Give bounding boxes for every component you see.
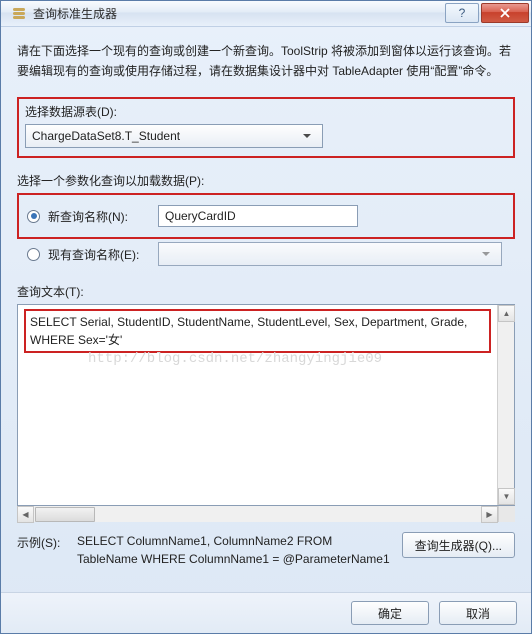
- scroll-right-icon[interactable]: ▶: [481, 506, 498, 523]
- example-label: 示例(S):: [17, 532, 67, 551]
- example-row: 示例(S): SELECT ColumnName1, ColumnName2 F…: [17, 532, 515, 568]
- ok-button[interactable]: 确定: [351, 601, 429, 625]
- chevron-down-icon: [298, 134, 316, 139]
- window-title: 查询标准生成器: [33, 5, 443, 22]
- new-query-name-value: QueryCardID: [165, 209, 236, 223]
- chevron-down-icon: [477, 252, 495, 257]
- data-source-section: 选择数据源表(D): ChargeDataSet8.T_Student: [17, 97, 515, 158]
- query-builder-label: 查询生成器(Q)...: [415, 537, 502, 554]
- query-text-label: 查询文本(T):: [17, 283, 515, 300]
- help-icon: ?: [459, 6, 466, 20]
- new-query-label: 新查询名称(N):: [48, 208, 158, 225]
- data-source-dropdown[interactable]: ChargeDataSet8.T_Student: [25, 124, 323, 148]
- existing-query-row: 现有查询名称(E):: [17, 239, 515, 269]
- scroll-track-v[interactable]: [498, 322, 514, 488]
- horizontal-scrollbar[interactable]: ◀ ▶: [17, 505, 515, 522]
- data-source-value: ChargeDataSet8.T_Student: [32, 129, 298, 143]
- param-section: 选择一个参数化查询以加载数据(P): 新查询名称(N): QueryCardID…: [17, 172, 515, 269]
- query-builder-button-wrap: 查询生成器(Q)...: [402, 532, 515, 558]
- data-source-label: 选择数据源表(D):: [25, 103, 507, 120]
- dialog-footer: 确定 取消: [1, 592, 531, 633]
- example-text: SELECT ColumnName1, ColumnName2 FROM Tab…: [77, 532, 392, 568]
- query-builder-button[interactable]: 查询生成器(Q)...: [402, 532, 515, 558]
- dialog-content: 请在下面选择一个现有的查询或创建一个新查询。ToolStrip 将被添加到窗体以…: [1, 27, 531, 593]
- scroll-track-h[interactable]: [34, 506, 481, 522]
- dialog-window: 查询标准生成器 ? 请在下面选择一个现有的查询或创建一个新查询。ToolStri…: [0, 0, 532, 634]
- close-icon: [500, 8, 510, 18]
- app-icon: [11, 5, 27, 21]
- instructions-text: 请在下面选择一个现有的查询或创建一个新查询。ToolStrip 将被添加到窗体以…: [17, 41, 515, 82]
- scroll-left-icon[interactable]: ◀: [17, 506, 34, 523]
- existing-query-label: 现有查询名称(E):: [48, 246, 158, 263]
- close-button[interactable]: [481, 3, 529, 23]
- ok-label: 确定: [378, 605, 402, 622]
- new-query-radio[interactable]: [27, 210, 40, 223]
- radio-group: 新查询名称(N): QueryCardID: [17, 193, 515, 239]
- query-text-value: SELECT Serial, StudentID, StudentName, S…: [30, 315, 467, 347]
- cancel-button[interactable]: 取消: [439, 601, 517, 625]
- query-text-area[interactable]: SELECT Serial, StudentID, StudentName, S…: [17, 304, 515, 506]
- help-button[interactable]: ?: [445, 3, 479, 23]
- titlebar: 查询标准生成器 ?: [1, 1, 531, 27]
- scroll-up-icon[interactable]: ▲: [498, 305, 515, 322]
- new-query-name-input[interactable]: QueryCardID: [158, 205, 358, 227]
- query-text-inner: SELECT Serial, StudentID, StudentName, S…: [18, 305, 497, 505]
- existing-query-radio[interactable]: [27, 248, 40, 261]
- scroll-thumb-h[interactable]: [35, 507, 95, 522]
- param-label: 选择一个参数化查询以加载数据(P):: [17, 172, 515, 189]
- query-text-highlight: SELECT Serial, StudentID, StudentName, S…: [24, 309, 491, 353]
- cancel-label: 取消: [466, 605, 490, 622]
- scroll-down-icon[interactable]: ▼: [498, 488, 515, 505]
- new-query-row: 新查询名称(N): QueryCardID: [27, 201, 505, 231]
- query-text-section: 查询文本(T): SELECT Serial, StudentID, Stude…: [17, 283, 515, 568]
- existing-query-dropdown[interactable]: [158, 242, 502, 266]
- vertical-scrollbar[interactable]: ▲ ▼: [497, 305, 514, 505]
- titlebar-buttons: ?: [443, 3, 529, 23]
- scroll-corner: [498, 506, 515, 522]
